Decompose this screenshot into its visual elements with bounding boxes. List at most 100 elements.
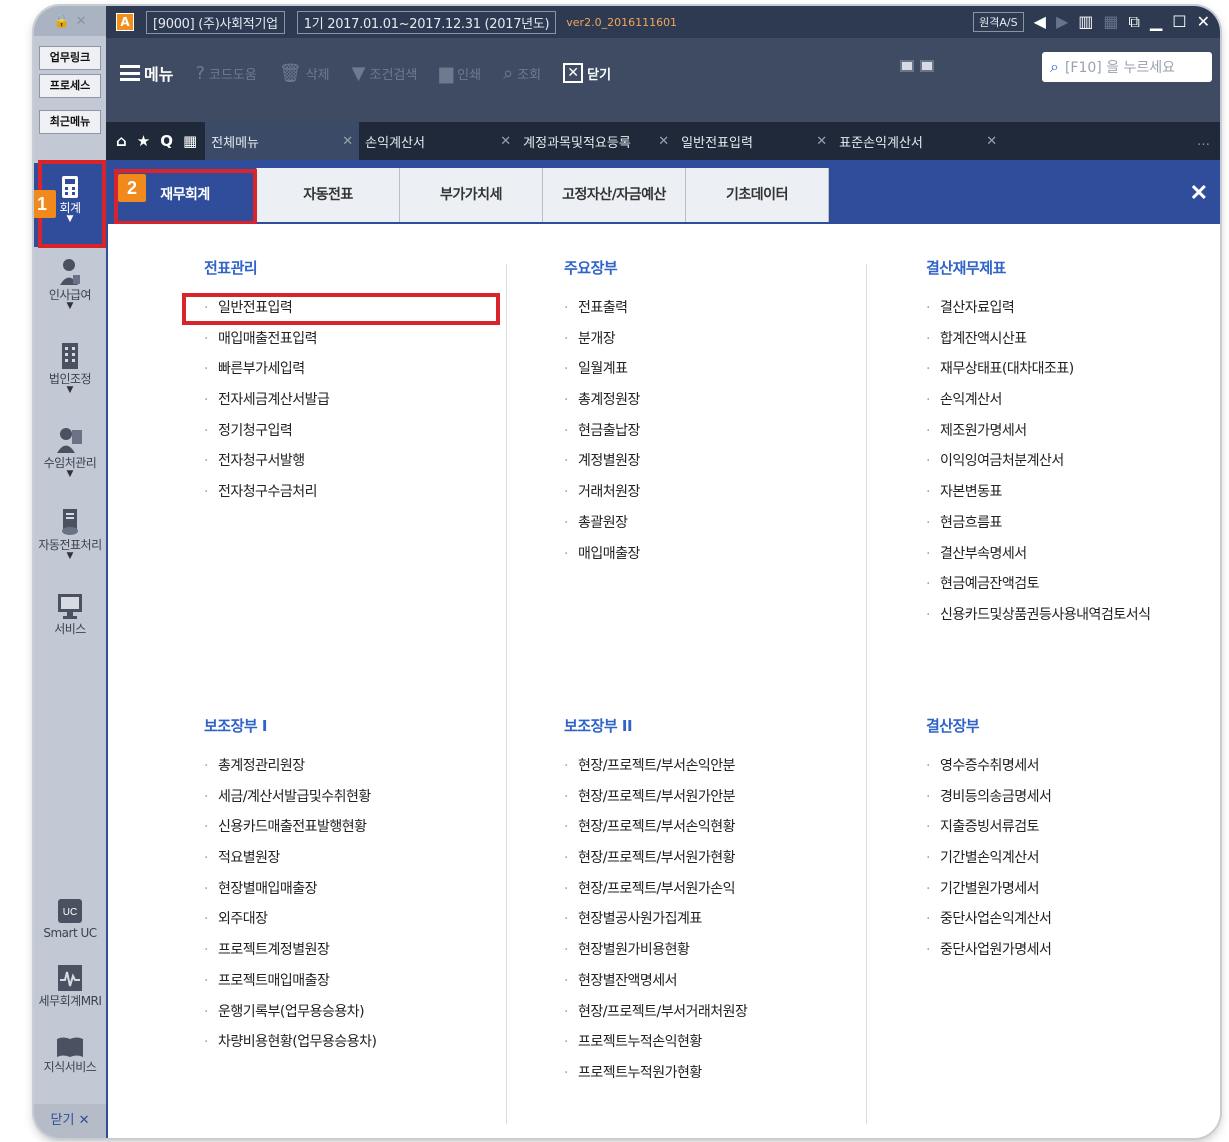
period-selector[interactable]: 1기 2017.01.01~2017.12.31 (2017년도) <box>296 10 557 34</box>
menu-button[interactable]: 메뉴 <box>120 61 173 85</box>
menu-item[interactable]: 결산자료입력 <box>926 293 1150 324</box>
tab-account-register[interactable]: 계정과목및적요등록 ✕ <box>517 122 675 160</box>
menu-item[interactable]: 합계잔액시산표 <box>926 324 1150 355</box>
menu-search-input[interactable]: ⌕ [F10] 을 누르세요 <box>1042 52 1212 82</box>
close-icon[interactable]: ✕ <box>342 134 353 149</box>
section-title[interactable]: 결산재무제표 <box>926 257 1150 279</box>
section-title[interactable]: 보조장부 II <box>564 715 747 737</box>
work-link-button[interactable]: 업무링크 <box>39 46 101 70</box>
close-icon[interactable]: ✕ <box>1190 180 1208 206</box>
calendar-icon[interactable]: ▦ <box>183 132 197 150</box>
back-arrow-icon[interactable]: ◀ <box>1034 14 1046 30</box>
menu-item[interactable]: 매입매출장 <box>564 539 640 570</box>
menu-item[interactable]: 분개장 <box>564 324 640 355</box>
menu-item[interactable]: 현장/프로젝트/부서원가안분 <box>564 782 747 813</box>
menu-item[interactable]: 전표출력 <box>564 293 640 324</box>
tab-all-menu[interactable]: 전체메뉴 ✕ <box>205 122 360 160</box>
menu-item[interactable]: 외주대장 <box>204 904 376 935</box>
menu-item[interactable]: 신용카드매출전표발행현황 <box>204 812 376 843</box>
layout-single-icon[interactable] <box>900 60 914 72</box>
print-button[interactable]: ▆ 인쇄 <box>439 63 481 84</box>
menu-item[interactable]: 현금예금잔액검토 <box>926 569 1150 600</box>
menu-item[interactable]: 프로젝트누적원가현황 <box>564 1058 747 1089</box>
module-hr-payroll[interactable]: 인사급여 ▼ <box>34 258 106 311</box>
menu-item[interactable]: 기간별원가명세서 <box>926 874 1051 905</box>
menu-item[interactable]: 중단사업원가명세서 <box>926 935 1052 966</box>
module-service[interactable]: 서비스 <box>34 592 106 636</box>
section-title[interactable]: 주요장부 <box>564 257 640 279</box>
minimize-icon[interactable]: ▁ <box>1150 14 1162 30</box>
menu-item[interactable]: 전자청구서발행 <box>204 446 329 477</box>
menu-item[interactable]: 지출증빙서류검토 <box>926 812 1051 843</box>
module-knowledge[interactable]: 지식서비스 <box>34 1036 106 1074</box>
category-auto-voucher[interactable]: 자동전표 <box>257 168 400 222</box>
menu-item[interactable]: 영수증수취명세서 <box>926 751 1051 782</box>
view-button[interactable]: ⌕ 조회 <box>503 63 541 84</box>
menu-item[interactable]: 중단사업손익계산서 <box>926 904 1052 935</box>
menu-item[interactable]: 정기청구입력 <box>204 416 329 447</box>
menu-item[interactable]: 전자세금계산서발급 <box>204 385 330 416</box>
menu-item[interactable]: 계정별원장 <box>564 446 640 477</box>
menu-item[interactable]: 현장별공사원가집계표 <box>564 904 747 935</box>
menu-item[interactable]: 매입매출전표입력 <box>204 324 329 355</box>
menu-item[interactable]: 기간별손익계산서 <box>926 843 1051 874</box>
menu-item[interactable]: 거래처원장 <box>564 477 640 508</box>
menu-item[interactable]: 세금/계산서발급및수취현황 <box>204 782 376 813</box>
tab-standard-income[interactable]: 표준손익계산서 ✕ <box>833 122 1003 160</box>
section-title[interactable]: 보조장부 I <box>204 715 376 737</box>
menu-item[interactable]: 현장/프로젝트/부서원가손익 <box>564 874 747 905</box>
menu-item[interactable]: 빠른부가세입력 <box>204 354 329 385</box>
process-button[interactable]: 프로세스 <box>39 74 101 98</box>
menu-item[interactable]: 경비등의송금명세서 <box>926 782 1052 813</box>
category-fixed-assets[interactable]: 고정자산/자금예산 <box>543 168 686 222</box>
menu-item[interactable]: 차량비용현황(업무용승용차) <box>204 1027 377 1058</box>
menu-item[interactable]: 결산부속명세서 <box>926 539 1150 570</box>
window-arrange-icon[interactable]: ⧉ <box>1129 14 1140 30</box>
search-icon[interactable]: Q <box>160 132 173 150</box>
maximize-icon[interactable]: ☐ <box>1172 14 1186 30</box>
menu-item[interactable]: 프로젝트매입매출장 <box>204 966 376 997</box>
menu-item[interactable]: 현금출납장 <box>564 416 640 447</box>
menu-item[interactable]: 현장/프로젝트/부서거래처원장 <box>564 997 748 1028</box>
close-icon[interactable]: ✕ <box>816 134 827 149</box>
menu-item[interactable]: 현장별잔액명세서 <box>564 966 747 997</box>
forward-arrow-icon[interactable]: ▶ <box>1056 14 1068 30</box>
menu-item[interactable]: 운행기록부(업무용승용차) <box>204 997 376 1028</box>
section-title[interactable]: 결산장부 <box>926 715 1051 737</box>
menu-item[interactable]: 이익잉여금처분계산서 <box>926 446 1150 477</box>
close-icon[interactable]: ✕ <box>76 14 87 29</box>
close-icon[interactable]: ✕ <box>986 134 997 149</box>
menu-item[interactable]: 현장별원가비용현황 <box>564 935 747 966</box>
menu-item[interactable]: 현금흐름표 <box>926 508 1150 539</box>
layout-double-icon[interactable] <box>920 60 934 72</box>
menu-item[interactable]: 프로젝트누적손익현황 <box>564 1027 747 1058</box>
close-screen-button[interactable]: ✕ 닫기 <box>563 63 611 83</box>
module-smart-uc[interactable]: UC Smart UC <box>34 898 106 940</box>
filter-search-button[interactable]: ▼ 조건검색 <box>352 63 418 84</box>
sidebar-close-button[interactable]: 닫기 ✕ <box>34 1104 106 1138</box>
category-vat[interactable]: 부가가치세 <box>400 168 543 222</box>
menu-item[interactable]: 현장/프로젝트/부서원가현황 <box>564 843 747 874</box>
module-corporate-adjust[interactable]: 법인조정 ▼ <box>34 342 106 395</box>
menu-item[interactable]: 프로젝트계정별원장 <box>204 935 376 966</box>
menu-item[interactable]: 신용카드및상품권등사용내역검토서식 <box>926 600 1151 631</box>
star-icon[interactable]: ★ <box>137 132 150 150</box>
tab-general-voucher[interactable]: 일반전표입력 ✕ <box>675 122 833 160</box>
menu-item[interactable]: 총계정관리원장 <box>204 751 376 782</box>
menu-item[interactable]: 적요별원장 <box>204 843 376 874</box>
close-icon[interactable]: ✕ <box>500 134 511 149</box>
menu-item[interactable]: 손익계산서 <box>926 385 1150 416</box>
section-title[interactable]: 전표관리 <box>204 257 329 279</box>
module-auto-voucher[interactable]: 자동전표처리 ▼ <box>34 508 106 561</box>
menu-item[interactable]: 일월계표 <box>564 354 640 385</box>
menu-item[interactable]: 총괄원장 <box>564 508 640 539</box>
lock-icon[interactable]: 🔒 <box>53 14 69 29</box>
remote-as-button[interactable]: 원격A/S <box>973 12 1024 32</box>
menu-item[interactable]: 현장별매입매출장 <box>204 874 376 905</box>
company-selector[interactable]: [9000] (주)사회적기업 <box>146 10 285 34</box>
menu-item[interactable]: 총계정원장 <box>564 385 640 416</box>
module-tax-mri[interactable]: 세무회계MRI <box>34 964 106 1008</box>
code-help-button[interactable]: ? 코드도움 <box>195 63 256 84</box>
delete-button[interactable]: 🗑 삭제 <box>279 63 330 84</box>
menu-item[interactable]: 현장/프로젝트/부서손익안분 <box>564 751 747 782</box>
